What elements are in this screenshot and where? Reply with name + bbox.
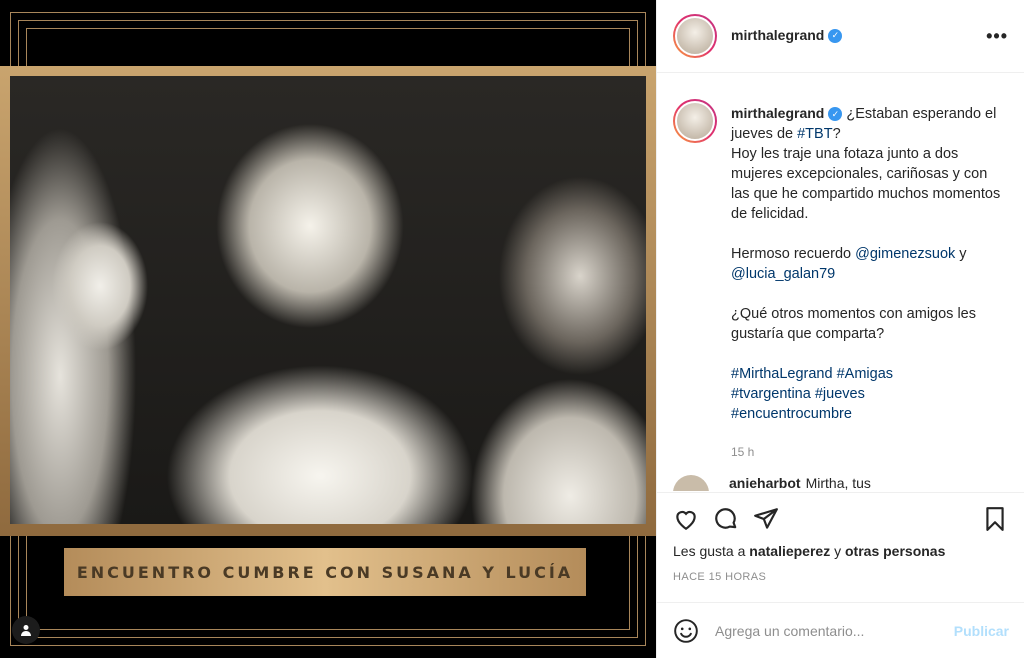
share-icon[interactable] [753,506,779,532]
hashtag-jueves[interactable]: #jueves [815,386,865,402]
hashtag-encuentrocumbre[interactable]: #encuentrocumbre [731,406,852,422]
post-timestamp[interactable]: HACE 15 HORAS [673,571,1008,583]
emoji-icon[interactable] [673,618,699,644]
next-comment-username[interactable]: anieharbot [729,475,801,491]
likes-user[interactable]: natalieperez [749,543,830,559]
tagged-users-icon[interactable] [12,616,40,644]
avatar[interactable] [673,475,709,491]
caption-time[interactable]: 15 h [731,442,1008,462]
hashtag-mirthalegrand[interactable]: #MirthaLegrand [731,366,833,382]
verified-badge-icon: ✓ [828,107,843,122]
likes-prefix: Les gusta a [673,543,750,559]
action-icons [673,503,1008,535]
more-options-icon[interactable]: ••• [986,26,1008,47]
hashtag-amigas[interactable]: #Amigas [837,366,893,382]
verified-badge-icon: ✓ [828,28,843,43]
caption-p2-start: Hermoso recuerdo [731,246,856,262]
avatar[interactable] [673,14,717,58]
caption-comment: mirthalegrand ✓ ¿Estaban esperando el jue… [673,99,1008,462]
caption-line1-end: ? [832,126,841,142]
post-sidebar: mirthalegrand ✓ ••• mirthalegrand ✓ ¿Estab… [656,0,1024,658]
header-username-row: mirthalegrand ✓ [731,27,843,45]
next-comment-text: Mirtha, tus [805,475,871,491]
caption-p3: ¿Qué otros momentos con amigos les gusta… [731,306,976,342]
post-image[interactable]: ENCUENTRO CUMBRE CON SUSANA Y LUCÍA [0,0,656,658]
avatar[interactable] [673,99,717,143]
likes-others[interactable]: otras personas [845,543,945,559]
hashtag-tvargentina[interactable]: #tvargentina [731,386,811,402]
mention-gimenezsuok[interactable]: @gimenezsuok [855,246,955,262]
publish-button[interactable]: Publicar [954,623,1009,639]
caption-username[interactable]: mirthalegrand [731,105,824,121]
caption-banner-text: ENCUENTRO CUMBRE CON SUSANA Y LUCÍA [76,562,574,582]
likes-mid: y [830,543,845,559]
likes-summary[interactable]: Les gusta a natalieperez y otras persona… [673,543,1008,559]
bookmark-icon[interactable] [982,506,1008,532]
caption-p2-mid: y [955,246,967,262]
next-comment: anieharbot Mirtha, tus [673,475,871,491]
caption-text: mirthalegrand ✓ ¿Estaban esperando el jue… [731,99,1008,462]
post-header: mirthalegrand ✓ ••• [657,0,1024,73]
comment-icon[interactable] [713,506,739,532]
add-comment-bar: Publicar [657,602,1024,658]
caption-line2: Hoy les traje una fotaza junto a dos muj… [731,146,1001,222]
hashtag-tbt[interactable]: #TBT [797,126,832,142]
vintage-photo [10,76,646,524]
mention-lucia-galan[interactable]: @lucia_galan79 [731,266,835,282]
header-username[interactable]: mirthalegrand [731,27,824,43]
comments-list[interactable]: mirthalegrand ✓ ¿Estaban esperando el jue… [657,73,1024,492]
heart-icon[interactable] [673,506,699,532]
caption-banner: ENCUENTRO CUMBRE CON SUSANA Y LUCÍA [64,548,586,596]
comment-input[interactable] [715,622,954,639]
